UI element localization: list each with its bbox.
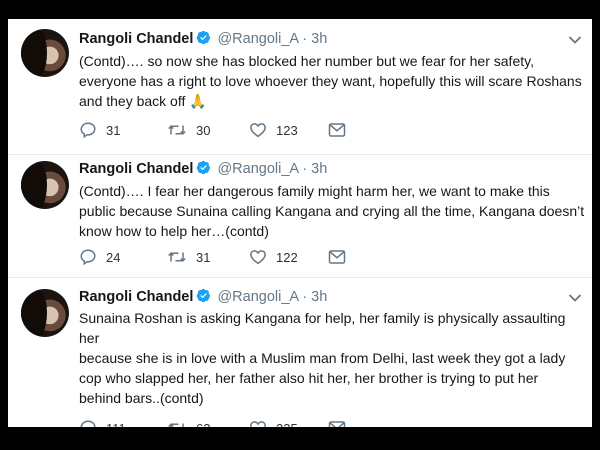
tweet-1[interactable]: Rangoli Chandel @Rangoli_A · 3h (Contd)…… [8,19,592,155]
separator-dot: · [302,289,308,305]
direct-message-button[interactable] [328,247,346,267]
chevron-down-icon[interactable] [568,293,582,303]
retweet-count: 31 [196,249,211,265]
tweet-timeline: Rangoli Chandel @Rangoli_A · 3h (Contd)…… [8,19,592,427]
direct-message-button[interactable] [328,418,346,427]
envelope-icon [328,123,346,137]
author-name[interactable]: Rangoli Chandel [79,289,193,305]
like-count: 122 [276,249,298,265]
timestamp[interactable]: 3h [311,289,327,305]
reply-count: 31 [106,122,121,138]
tweet-3[interactable]: Rangoli Chandel @Rangoli_A · 3h Sunaina … [8,278,592,427]
heart-icon [250,123,266,138]
author-handle[interactable]: @Rangoli_A [217,31,298,47]
direct-message-button[interactable] [328,120,346,140]
tweet-header: Rangoli Chandel @Rangoli_A · 3h [79,30,327,50]
heart-icon [250,250,266,265]
tweet-2[interactable]: Rangoli Chandel @Rangoli_A · 3h (Contd)…… [8,155,592,278]
avatar[interactable] [21,29,69,77]
retweet-button[interactable]: 30 [167,120,210,140]
avatar[interactable] [21,161,69,209]
retweet-icon [168,252,186,262]
reply-count: 24 [106,249,121,265]
verified-badge-icon [197,160,211,175]
reply-icon [80,420,96,427]
reply-icon [80,249,96,266]
reply-button[interactable]: 31 [79,120,120,140]
timestamp[interactable]: 3h [311,161,327,177]
reply-icon [80,122,96,139]
retweet-button[interactable]: 62 [167,418,210,427]
like-count: 235 [276,421,298,428]
tweet-header: Rangoli Chandel @Rangoli_A · 3h [79,160,327,180]
chevron-down-icon[interactable] [568,35,582,45]
verified-badge-icon [197,30,211,45]
like-button[interactable]: 122 [249,247,298,267]
tweet-text: (Contd)…. I fear her dangerous family mi… [79,183,585,239]
retweet-icon [168,423,184,427]
verified-badge-icon [197,288,211,303]
author-handle[interactable]: @Rangoli_A [217,289,298,305]
reply-count: 111 [106,421,126,428]
like-button[interactable]: 235 [249,418,298,427]
like-count: 123 [276,122,298,138]
tweet-header: Rangoli Chandel @Rangoli_A · 3h [79,288,327,308]
retweet-count: 30 [196,122,211,138]
author-name[interactable]: Rangoli Chandel [79,161,193,177]
separator-dot: · [302,161,308,177]
envelope-icon [328,421,346,427]
like-button[interactable]: 123 [249,120,298,140]
envelope-icon [328,250,346,264]
tweet-text: Sunaina Roshan is asking Kangana for hel… [79,310,566,406]
tweet-text: (Contd)…. so now she has blocked her num… [79,53,582,109]
reply-button[interactable]: 24 [79,247,120,267]
author-name[interactable]: Rangoli Chandel [79,31,193,47]
retweet-button[interactable]: 31 [167,247,210,267]
retweet-count: 62 [196,421,210,428]
reply-button[interactable]: 111 [79,418,126,427]
retweet-icon [168,125,186,135]
timestamp[interactable]: 3h [311,31,327,47]
author-handle[interactable]: @Rangoli_A [217,161,298,177]
heart-icon [250,421,266,427]
separator-dot: · [302,31,308,47]
avatar[interactable] [21,289,69,337]
